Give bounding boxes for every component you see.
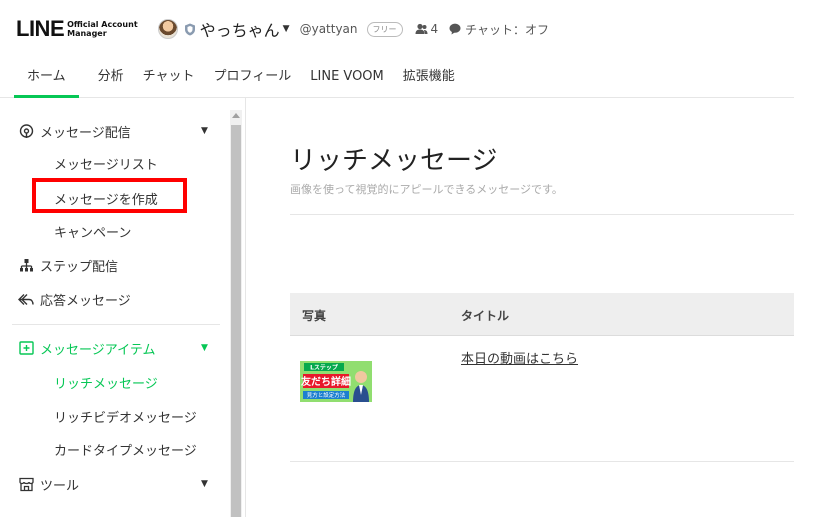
- shop-icon: [18, 477, 34, 493]
- column-header-title: タイトル: [461, 309, 510, 323]
- tab-analytics[interactable]: 分析: [98, 58, 124, 98]
- top-header: LINE Official Account Manager やっちゃん ▼ @y…: [0, 0, 814, 58]
- highlight-box: [32, 178, 187, 213]
- sidebar-scrollbar[interactable]: [230, 110, 242, 517]
- tab-chat[interactable]: チャット: [143, 58, 195, 98]
- tab-line-voom[interactable]: LINE VOOM: [310, 58, 384, 98]
- scroll-up-arrow-icon[interactable]: [232, 113, 240, 118]
- sidebar-item-message-delivery[interactable]: メッセージ配信: [18, 122, 131, 141]
- add-item-icon: [18, 341, 34, 357]
- plan-badge: フリー: [366, 21, 403, 37]
- sidebar-item-step-delivery[interactable]: ステップ配信: [18, 256, 118, 275]
- main-nav: ホーム 分析 チャット プロフィール LINE VOOM 拡張機能: [0, 58, 794, 98]
- sidebar-item-rich-message[interactable]: リッチメッセージ: [54, 373, 158, 392]
- page-title: リッチメッセージ: [290, 146, 498, 176]
- sidebar-item-rich-video-message[interactable]: リッチビデオメッセージ: [54, 407, 197, 426]
- tab-extensions[interactable]: 拡張機能: [403, 58, 455, 98]
- line-oa-logo[interactable]: LINE Official Account Manager: [16, 16, 138, 42]
- hierarchy-icon: [18, 258, 34, 274]
- sidebar-item-card-message[interactable]: カードタイプメッセージ: [54, 440, 197, 459]
- sidebar-item-message-list[interactable]: メッセージリスト: [54, 154, 158, 173]
- chevron-down-icon[interactable]: ▼: [201, 343, 208, 353]
- chat-status[interactable]: チャット：オフ: [449, 21, 549, 38]
- sidebar: メッセージ配信 ▼ メッセージリスト メッセージを作成 キャンペーン ステップ配…: [0, 98, 246, 517]
- row-divider: [290, 461, 794, 462]
- thumbnail-line-1: Lステップ: [310, 364, 339, 372]
- chevron-down-icon: ▼: [282, 24, 290, 34]
- tab-home[interactable]: ホーム: [14, 58, 79, 98]
- sidebar-item-tools[interactable]: ツール: [18, 475, 79, 494]
- sidebar-divider: [12, 324, 220, 325]
- account-id: @yattyan: [299, 22, 358, 36]
- chat-bubble-icon: [449, 23, 461, 35]
- friend-count[interactable]: 4: [415, 22, 438, 36]
- user-icon: [415, 23, 428, 34]
- chevron-down-icon[interactable]: ▼: [201, 126, 208, 136]
- broadcast-icon: [18, 124, 34, 140]
- table-header: 写真 タイトル: [290, 293, 794, 336]
- sidebar-item-campaign[interactable]: キャンペーン: [54, 222, 131, 241]
- shield-icon: [184, 23, 195, 35]
- reply-icon: [18, 292, 34, 308]
- scrollbar-thumb[interactable]: [231, 125, 241, 517]
- avatar: [157, 19, 178, 39]
- rich-message-thumbnail[interactable]: Lステップ 友だち詳細 見方と設定方法: [300, 361, 372, 402]
- account-switcher[interactable]: やっちゃん ▼: [157, 17, 290, 41]
- title-divider: [290, 214, 794, 215]
- sidebar-item-message-items[interactable]: メッセージアイテム: [18, 339, 155, 358]
- chevron-down-icon[interactable]: ▼: [201, 479, 208, 489]
- rich-message-title-link[interactable]: 本日の動画はこちら: [461, 348, 578, 367]
- account-name: やっちゃん: [199, 21, 280, 40]
- sidebar-item-auto-reply[interactable]: 応答メッセージ: [18, 290, 131, 309]
- page-description: 画像を使って視覚的にアピールできるメッセージです。: [290, 183, 563, 196]
- logo-text: LINE: [16, 16, 65, 41]
- column-header-photo: 写真: [302, 309, 327, 323]
- tab-profile[interactable]: プロフィール: [214, 58, 292, 98]
- logo-subtitle: Official Account Manager: [67, 20, 138, 38]
- thumbnail-line-3: 見方と設定方法: [307, 391, 346, 399]
- thumbnail-line-2: 友だち詳細: [301, 375, 351, 388]
